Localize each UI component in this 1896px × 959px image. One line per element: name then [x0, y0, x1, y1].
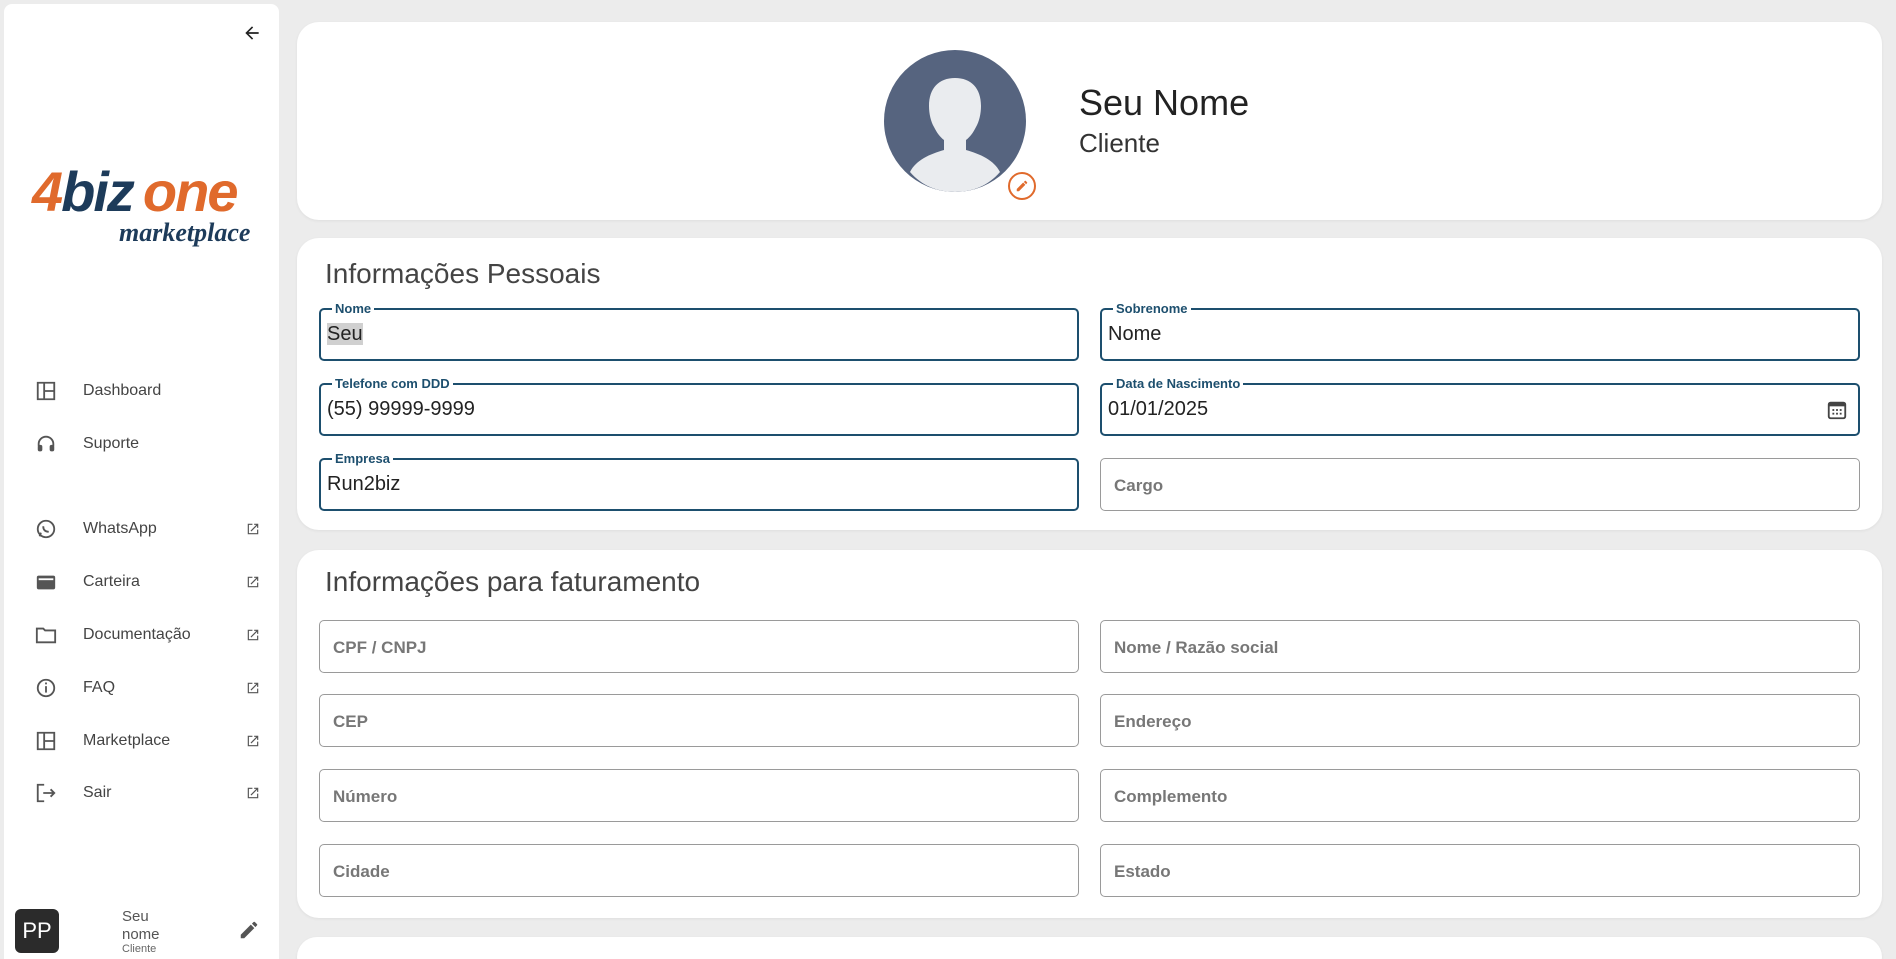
section-title: Informações Pessoais [325, 258, 601, 289]
calendar-icon[interactable] [1826, 399, 1848, 421]
pencil-icon [240, 921, 258, 939]
nav-label: Suporte [83, 435, 140, 452]
nome-field[interactable]: Nome Seu [319, 301, 1079, 361]
collapse-sidebar-button[interactable] [234, 18, 270, 48]
profile-avatar [884, 50, 1026, 192]
edit-avatar-button[interactable] [1008, 172, 1036, 200]
section-title: Informações para faturamento [325, 566, 701, 597]
nav-suporte[interactable]: Suporte [4, 423, 279, 465]
field-placeholder: Cidade [333, 862, 390, 881]
logout-icon [32, 779, 60, 807]
nav-documentacao[interactable]: Documentação [4, 614, 279, 656]
dashboard-icon [32, 727, 60, 755]
nav-label: Dashboard [83, 382, 162, 399]
personal-info-card: Informações Pessoais Nome Seu Sobrenome … [297, 238, 1882, 530]
avatar[interactable]: PP [15, 909, 59, 953]
nav-label: Documentação [83, 626, 191, 643]
cidade-field[interactable]: Cidade [319, 844, 1079, 897]
cep-field[interactable]: CEP [319, 694, 1079, 747]
nav-faq[interactable]: FAQ [4, 667, 279, 709]
razao-social-field[interactable]: Nome / Razão social [1100, 620, 1860, 673]
external-link-icon [244, 732, 262, 750]
telefone-input[interactable]: (55) 99999-9999 [327, 385, 1027, 434]
folder-icon [32, 621, 60, 649]
field-placeholder: Estado [1114, 862, 1171, 881]
external-link-icon [244, 679, 262, 697]
billing-info-card: Informações para faturamento CPF / CNPJ … [297, 550, 1882, 918]
wallet-icon [32, 568, 60, 596]
person-silhouette-icon [910, 78, 1000, 192]
nav-label: Sair [83, 784, 112, 801]
user-name: Seu nome [122, 908, 160, 943]
arrow-left-icon [245, 26, 259, 40]
whatsapp-icon [32, 515, 60, 543]
nav-label: WhatsApp [83, 520, 157, 537]
external-link-icon [244, 573, 262, 591]
next-card [297, 937, 1882, 959]
pencil-icon [1016, 180, 1028, 192]
sobrenome-input[interactable]: Nome [1108, 310, 1808, 359]
nascimento-field[interactable]: Data de Nascimento 01/01/2025 [1100, 376, 1860, 436]
empresa-input[interactable]: Run2biz [327, 460, 1027, 509]
numero-field[interactable]: Número [319, 769, 1079, 822]
nav-label: FAQ [83, 679, 116, 696]
complemento-field[interactable]: Complemento [1100, 769, 1860, 822]
profile-card: Seu Nome Cliente [297, 22, 1882, 220]
nav-label: Marketplace [83, 732, 171, 749]
estado-field[interactable]: Estado [1100, 844, 1860, 897]
user-role: Cliente [122, 943, 157, 955]
nav-dashboard[interactable]: Dashboard [4, 370, 279, 412]
info-icon [32, 674, 60, 702]
edit-user-button[interactable] [236, 917, 262, 943]
cargo-placeholder: Cargo [1114, 476, 1164, 495]
headset-icon [32, 430, 60, 458]
endereco-field[interactable]: Endereço [1100, 694, 1860, 747]
profile-name: Seu Nome [1079, 82, 1250, 123]
field-placeholder: Número [333, 787, 398, 806]
field-placeholder: Nome / Razão social [1114, 638, 1279, 657]
nascimento-input[interactable]: 01/01/2025 [1108, 385, 1808, 434]
external-link-icon [244, 784, 262, 802]
nome-input[interactable]: Seu [327, 310, 1027, 359]
field-placeholder: CPF / CNPJ [333, 638, 427, 657]
profile-role: Cliente [1079, 128, 1160, 158]
nav-whatsapp[interactable]: WhatsApp [4, 508, 279, 550]
cargo-field[interactable]: Cargo [1100, 458, 1860, 511]
external-link-icon [244, 626, 262, 644]
cpf-cnpj-field[interactable]: CPF / CNPJ [319, 620, 1079, 673]
empresa-field[interactable]: Empresa Run2biz [319, 451, 1079, 511]
field-placeholder: CEP [333, 712, 368, 731]
external-link-icon [244, 520, 262, 538]
field-placeholder: Endereço [1114, 712, 1192, 731]
nav-marketplace[interactable]: Marketplace [4, 720, 279, 762]
sobrenome-field[interactable]: Sobrenome Nome [1100, 301, 1860, 361]
nav-sair[interactable]: Sair [4, 772, 279, 814]
sidebar: 4biz one marketplace Dashboard Suporte Wh… [4, 4, 279, 959]
field-placeholder: Complemento [1114, 787, 1228, 806]
sidebar-user: PP Seu nome Cliente [4, 899, 279, 959]
telefone-field[interactable]: Telefone com DDD (55) 99999-9999 [319, 376, 1079, 436]
dashboard-icon [32, 377, 60, 405]
nav-label: Carteira [83, 573, 140, 590]
nav-carteira[interactable]: Carteira [4, 561, 279, 603]
brand-logo: 4biz one marketplace [32, 160, 251, 248]
